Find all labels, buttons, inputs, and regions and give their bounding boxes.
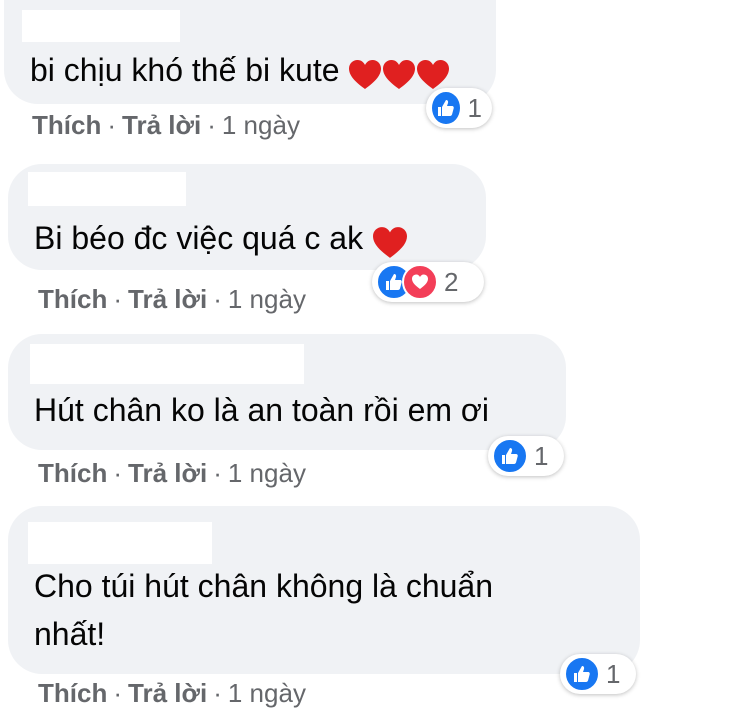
reaction-count: 1 <box>534 440 549 471</box>
comment-text-content: Hút chân ko là an toàn rồi em ơi <box>34 392 489 428</box>
comment-text-line: nhất! <box>34 616 106 652</box>
comment-text-content: Bi béo đc việc quá c ak <box>34 220 364 256</box>
reaction-summary[interactable]: 1 <box>488 436 564 476</box>
reply-button[interactable]: Trả lời <box>128 284 207 314</box>
comment-actions: Thích · Trả lời · 1 ngày <box>38 678 306 708</box>
like-icon <box>564 656 600 692</box>
comment-text: nhất! <box>34 610 105 658</box>
comment-actions: Thích · Trả lời · 1 ngày <box>38 284 306 314</box>
reply-button[interactable]: Trả lời <box>122 110 201 140</box>
comment-text: Cho túi hút chân không là chuẩn <box>34 562 493 610</box>
comment-timestamp[interactable]: 1 ngày <box>228 284 306 314</box>
comment-actions: Thích · Trả lời · 1 ngày <box>32 110 300 140</box>
comment-text-content: bi chịu khó thế bi kute <box>30 52 340 88</box>
red-heart-icon <box>373 227 408 258</box>
hearts-emoji <box>348 49 450 97</box>
reaction-count: 1 <box>606 658 621 689</box>
reply-button[interactable]: Trả lời <box>128 458 207 488</box>
redacted-author-name <box>22 10 180 42</box>
comment-text-line: Cho túi hút chân không là chuẩn <box>34 568 493 604</box>
comment-timestamp[interactable]: 1 ngày <box>228 458 306 488</box>
red-heart-icon <box>382 60 415 90</box>
comment-timestamp[interactable]: 1 ngày <box>228 678 306 708</box>
comment-actions: Thích · Trả lời · 1 ngày <box>38 458 306 488</box>
comment-thread: bi chịu khó thế bi kute 1 Thích · Trả lời ·… <box>0 0 745 727</box>
like-button[interactable]: Thích <box>38 678 107 708</box>
comment-text: Bi béo đc việc quá c ak <box>34 214 409 265</box>
comment-timestamp[interactable]: 1 ngày <box>222 110 300 140</box>
reaction-summary[interactable]: 1 <box>426 88 492 128</box>
like-button[interactable]: Thích <box>32 110 101 140</box>
reply-button[interactable]: Trả lời <box>128 678 207 708</box>
like-button[interactable]: Thích <box>38 458 107 488</box>
reaction-count: 1 <box>467 92 482 123</box>
red-heart-icon <box>348 60 381 90</box>
redacted-author-name <box>28 522 212 564</box>
love-icon <box>402 264 438 300</box>
comment-text: bi chịu khó thế bi kute <box>30 46 450 97</box>
comment-text: Hút chân ko là an toàn rồi em ơi <box>34 386 489 434</box>
like-button[interactable]: Thích <box>38 284 107 314</box>
reaction-count: 2 <box>444 266 459 297</box>
redacted-author-name <box>30 344 304 384</box>
hearts-emoji <box>371 217 409 265</box>
red-heart-icon <box>416 60 449 90</box>
like-icon <box>430 90 462 126</box>
redacted-author-name <box>28 172 186 206</box>
reaction-summary[interactable]: 2 <box>372 262 484 302</box>
like-icon <box>492 438 528 474</box>
reaction-summary[interactable]: 1 <box>560 654 636 694</box>
